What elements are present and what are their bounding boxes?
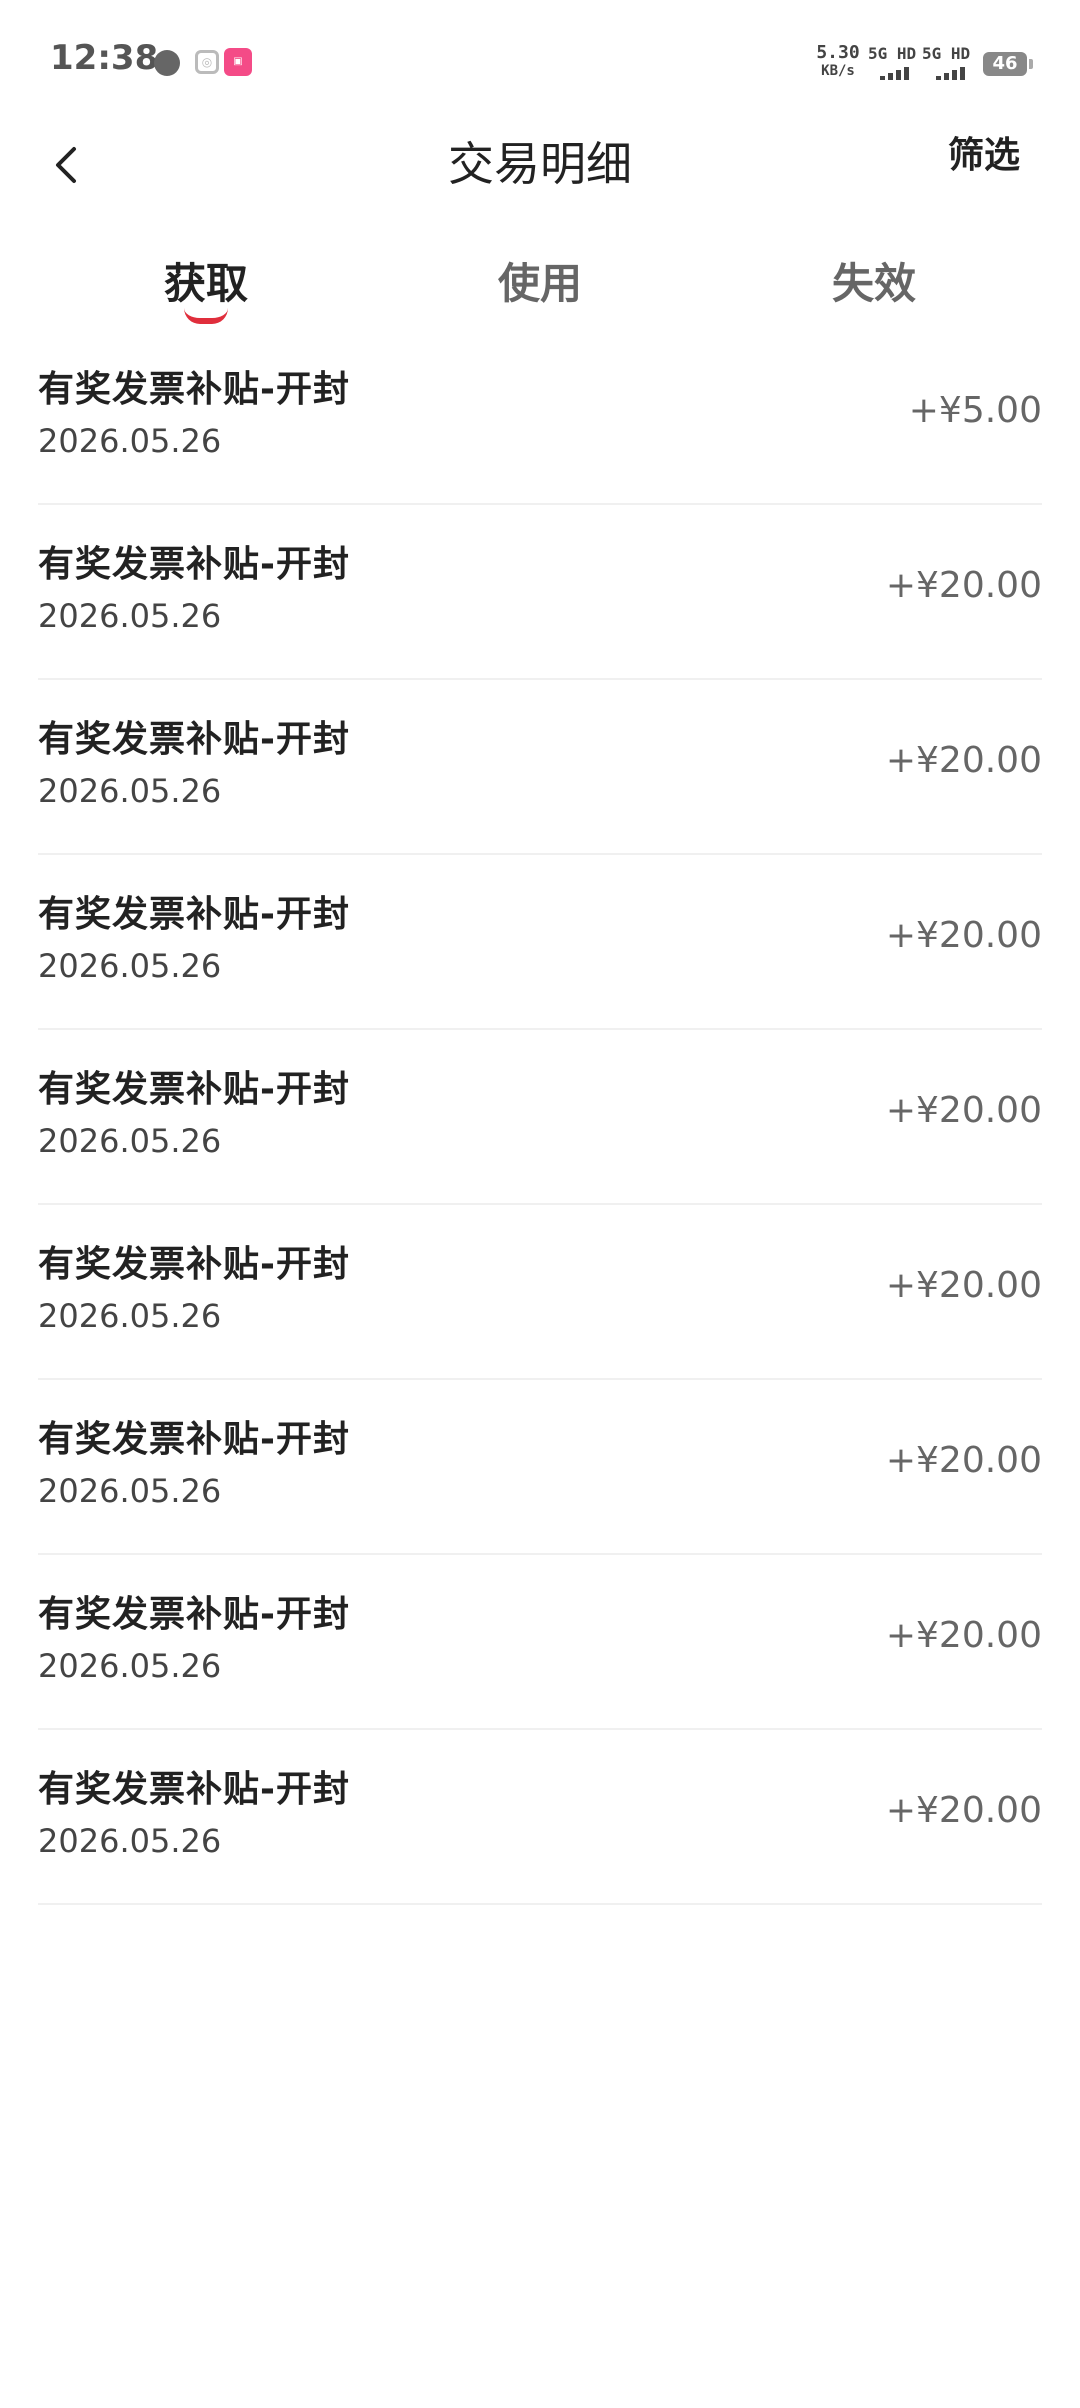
transaction-date: 2026.05.26: [38, 1822, 222, 1860]
network-label-2: 5G HD: [922, 44, 971, 63]
transaction-date: 2026.05.26: [38, 1472, 222, 1510]
transaction-row[interactable]: 有奖发票补贴-开封 2026.05.26 +¥20.00: [38, 680, 1042, 855]
transaction-amount: +¥20.00: [885, 1615, 1042, 1656]
transaction-date: 2026.05.26: [38, 422, 222, 460]
page-title: 交易明细: [448, 137, 632, 191]
tab-expired[interactable]: 失效: [774, 250, 974, 311]
transaction-row[interactable]: 有奖发票补贴-开封 2026.05.26 +¥20.00: [38, 505, 1042, 680]
transaction-date: 2026.05.26: [38, 1647, 222, 1685]
transaction-amount: +¥20.00: [885, 915, 1042, 956]
transaction-row[interactable]: 有奖发票补贴-开封 2026.05.26 +¥20.00: [38, 1730, 1042, 1905]
transaction-amount: +¥5.00: [908, 390, 1042, 431]
transaction-date: 2026.05.26: [38, 947, 222, 985]
transaction-title: 有奖发票补贴-开封: [38, 544, 350, 585]
transaction-amount: +¥20.00: [885, 1790, 1042, 1831]
filter-button[interactable]: 筛选: [948, 126, 1020, 178]
network-label-1: 5G HD: [868, 44, 917, 63]
transaction-date: 2026.05.26: [38, 1122, 222, 1160]
transaction-amount: +¥20.00: [885, 1265, 1042, 1306]
transaction-amount: +¥20.00: [885, 1090, 1042, 1131]
transaction-row[interactable]: 有奖发票补贴-开封 2026.05.26 +¥20.00: [38, 1555, 1042, 1730]
transaction-title: 有奖发票补贴-开封: [38, 894, 350, 935]
status-bar: 12:38 ◎ ▣ 5.30 KB/s 5G HD 5G HD 46: [0, 0, 1080, 110]
network-speed: 5.30 KB/s: [808, 44, 868, 80]
transaction-title: 有奖发票补贴-开封: [38, 1419, 350, 1460]
header: 交易明细 筛选: [0, 110, 1080, 230]
transaction-row[interactable]: 有奖发票补贴-开封 2026.05.26 +¥20.00: [38, 1205, 1042, 1380]
transaction-row[interactable]: 有奖发票补贴-开封 2026.05.26 +¥5.00: [38, 330, 1042, 505]
transaction-title: 有奖发票补贴-开封: [38, 1594, 350, 1635]
transaction-date: 2026.05.26: [38, 1297, 222, 1335]
transaction-list: 有奖发票补贴-开封 2026.05.26 +¥5.00 有奖发票补贴-开封 20…: [38, 330, 1042, 1905]
battery-icon: 46: [983, 52, 1033, 76]
transaction-date: 2026.05.26: [38, 772, 222, 810]
network-speed-value: 5.30: [816, 42, 860, 63]
transaction-row[interactable]: 有奖发票补贴-开封 2026.05.26 +¥20.00: [38, 1030, 1042, 1205]
transaction-title: 有奖发票补贴-开封: [38, 1769, 350, 1810]
signal-icon: [880, 66, 909, 80]
transaction-row[interactable]: 有奖发票补贴-开封 2026.05.26 +¥20.00: [38, 1380, 1042, 1555]
transaction-title: 有奖发票补贴-开封: [38, 1244, 350, 1285]
app-notification-icon-2: ▣: [224, 48, 252, 76]
transaction-row[interactable]: 有奖发票补贴-开封 2026.05.26 +¥20.00: [38, 855, 1042, 1030]
transaction-amount: +¥20.00: [885, 740, 1042, 781]
tab-bar: 获取 使用 失效: [0, 230, 1080, 330]
transaction-title: 有奖发票补贴-开封: [38, 719, 350, 760]
active-tab-indicator: [184, 308, 228, 324]
network-speed-unit: KB/s: [821, 63, 855, 79]
transaction-title: 有奖发票补贴-开封: [38, 1069, 350, 1110]
app-notification-icon: ◎: [195, 50, 219, 74]
tab-obtain[interactable]: 获取: [106, 250, 306, 311]
location-icon: [154, 50, 180, 76]
status-time: 12:38: [50, 38, 159, 78]
transaction-date: 2026.05.26: [38, 597, 222, 635]
transaction-amount: +¥20.00: [885, 1440, 1042, 1481]
tab-use[interactable]: 使用: [440, 250, 640, 311]
transaction-title: 有奖发票补贴-开封: [38, 369, 350, 410]
transaction-amount: +¥20.00: [885, 565, 1042, 606]
signal-icon-2: [936, 66, 965, 80]
